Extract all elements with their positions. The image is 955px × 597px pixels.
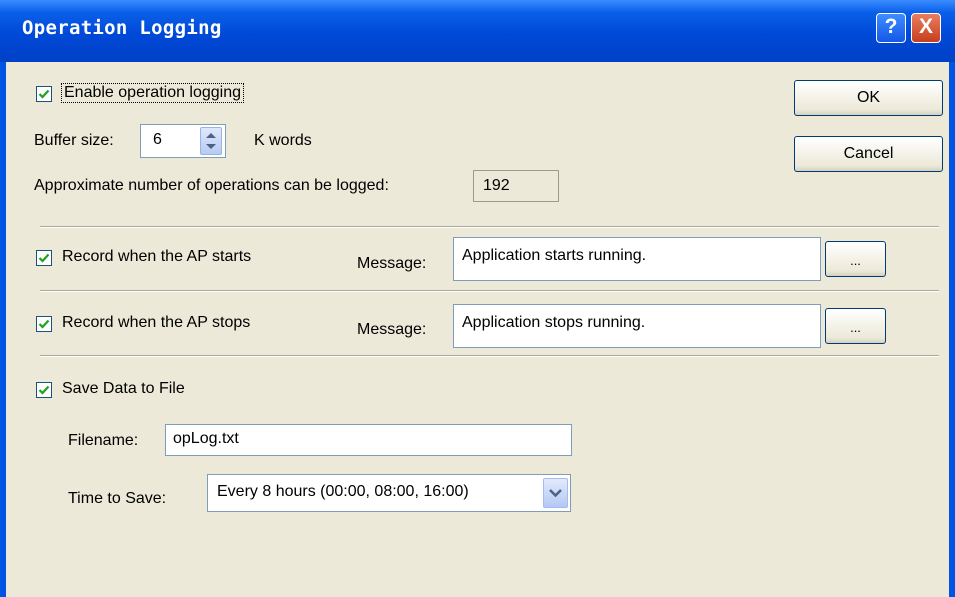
- enable-logging-checkbox[interactable]: [36, 86, 52, 102]
- check-icon: [38, 319, 50, 329]
- approx-ops-value: 192: [483, 177, 510, 194]
- start-message-browse-button[interactable]: ...: [825, 241, 886, 277]
- start-browse-label: ...: [850, 253, 861, 268]
- window-title: Operation Logging: [22, 17, 222, 39]
- close-icon: X: [918, 15, 933, 38]
- start-message-value: Application starts running.: [462, 247, 647, 264]
- separator: [40, 290, 939, 292]
- operation-logging-dialog: Operation Logging ? X Enable operation l…: [0, 0, 955, 597]
- cancel-button[interactable]: Cancel: [794, 136, 943, 172]
- check-icon: [38, 385, 50, 395]
- stop-message-value: Application stops running.: [462, 314, 646, 331]
- help-button[interactable]: ?: [876, 13, 906, 43]
- buffer-size-value: 6: [153, 131, 162, 148]
- approx-ops-label: Approximate number of operations can be …: [34, 177, 389, 194]
- time-to-save-dropdown-button[interactable]: [543, 478, 568, 508]
- cancel-button-label: Cancel: [843, 145, 894, 162]
- record-stop-checkbox[interactable]: [36, 316, 52, 332]
- spin-arrows-icon: [206, 133, 216, 149]
- buffer-size-unit: K words: [254, 132, 312, 149]
- check-icon: [38, 89, 50, 99]
- enable-logging-label[interactable]: Enable operation logging: [60, 83, 245, 103]
- time-to-save-value: Every 8 hours (00:00, 08:00, 16:00): [217, 483, 469, 500]
- record-start-label[interactable]: Record when the AP starts: [62, 248, 251, 266]
- record-start-checkbox[interactable]: [36, 250, 52, 266]
- time-to-save-select[interactable]: Every 8 hours (00:00, 08:00, 16:00): [207, 474, 571, 512]
- filename-value: opLog.txt: [173, 430, 239, 447]
- save-to-file-label[interactable]: Save Data to File: [62, 380, 185, 398]
- record-stop-label[interactable]: Record when the AP stops: [62, 314, 250, 332]
- help-icon: ?: [884, 15, 898, 38]
- filename-input[interactable]: opLog.txt: [165, 424, 572, 456]
- start-message-input[interactable]: Application starts running.: [453, 237, 821, 281]
- ok-button[interactable]: OK: [794, 80, 943, 116]
- close-button[interactable]: X: [911, 13, 941, 43]
- stop-message-input[interactable]: Application stops running.: [453, 304, 821, 348]
- separator: [40, 355, 939, 357]
- save-to-file-checkbox[interactable]: [36, 382, 52, 398]
- title-bar[interactable]: Operation Logging ? X: [0, 0, 955, 62]
- check-icon: [38, 253, 50, 263]
- filename-label: Filename:: [68, 432, 139, 449]
- buffer-size-label: Buffer size:: [34, 132, 114, 149]
- chevron-down-icon: [549, 489, 562, 498]
- ok-button-label: OK: [856, 89, 881, 106]
- stop-browse-label: ...: [850, 320, 861, 335]
- approx-ops-field: 192: [473, 170, 559, 202]
- stop-message-label: Message:: [357, 321, 427, 338]
- buffer-size-spin-buttons[interactable]: [200, 127, 222, 155]
- time-to-save-label: Time to Save:: [68, 490, 167, 507]
- stop-message-browse-button[interactable]: ...: [825, 308, 886, 344]
- separator: [40, 226, 939, 228]
- start-message-label: Message:: [357, 255, 427, 272]
